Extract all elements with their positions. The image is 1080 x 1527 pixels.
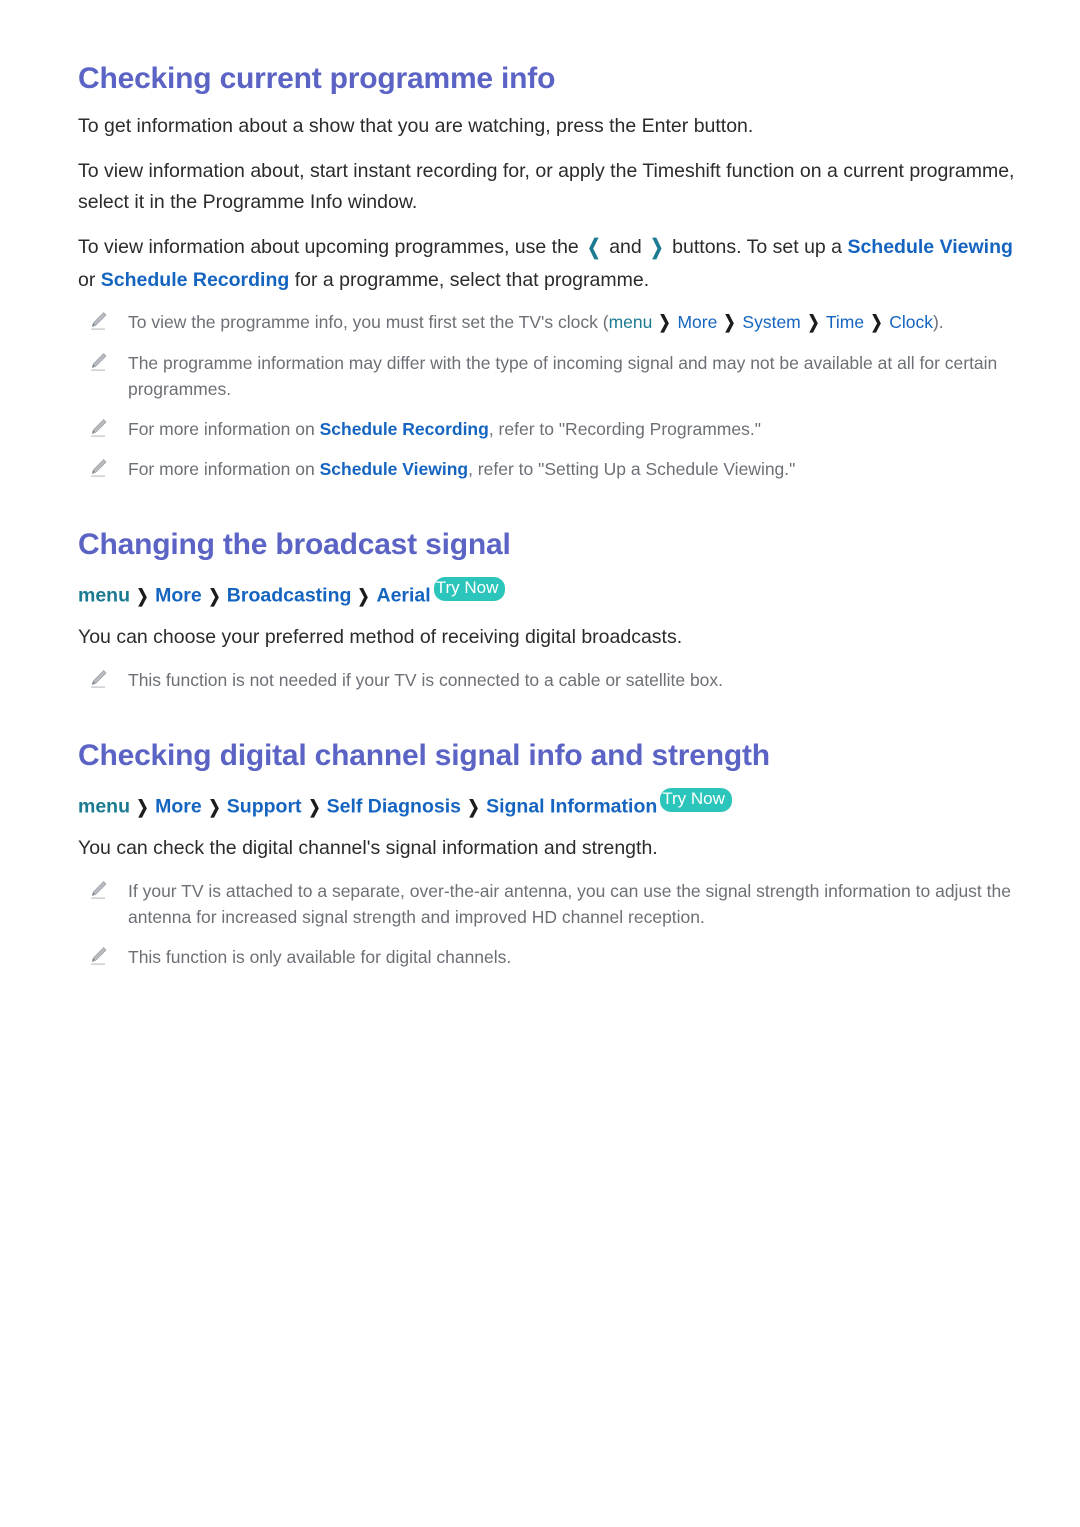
chevron-right-icon: ❯ — [658, 312, 671, 333]
notes-list: If your TV is attached to a separate, ov… — [78, 878, 1022, 971]
note-text: For more information on Schedule Viewing… — [128, 459, 795, 479]
breadcrumb-item-support[interactable]: Support — [227, 796, 302, 818]
pencil-icon — [88, 946, 110, 966]
text-fragment: To view information about upcoming progr… — [78, 236, 585, 259]
breadcrumb-item-menu[interactable]: menu — [78, 796, 130, 818]
paragraph: To get information about a show that you… — [78, 115, 754, 137]
document-page: Checking current programme info To get i… — [0, 0, 1080, 1527]
section-checking-digital-channel-signal-info-and-strength: Checking digital channel signal info and… — [78, 739, 1022, 970]
chevron-right-icon: ❯ — [467, 796, 480, 817]
chevron-right-icon: ❯ — [136, 585, 149, 606]
text-fragment: , refer to "Recording Programmes." — [488, 418, 761, 439]
section-checking-current-programme-info: Checking current programme info To get i… — [78, 62, 1022, 482]
left-arrow-icon[interactable]: ❮ — [587, 231, 602, 264]
chevron-right-icon: ❯ — [357, 585, 370, 606]
chevron-right-icon: ❯ — [208, 796, 221, 817]
link-schedule-viewing[interactable]: Schedule Viewing — [847, 236, 1012, 258]
breadcrumb-item-menu[interactable]: menu — [78, 585, 130, 607]
chevron-right-icon: ❯ — [723, 312, 736, 333]
list-item: For more information on Schedule Viewing… — [78, 456, 1022, 483]
document-content: Checking current programme info To get i… — [78, 62, 1022, 971]
note-text: This function is not needed if your TV i… — [128, 669, 724, 690]
chevron-right-icon: ❯ — [807, 312, 820, 333]
text-fragment: or — [78, 268, 101, 291]
right-arrow-icon[interactable]: ❯ — [650, 231, 665, 264]
page-title: Changing the broadcast signal — [78, 528, 511, 562]
breadcrumb-item-more[interactable]: More — [155, 585, 202, 607]
text-fragment: , refer to "Setting Up a Schedule Viewin… — [468, 458, 796, 479]
chevron-right-icon: ❯ — [308, 796, 321, 817]
menu-path-item[interactable]: System — [742, 312, 800, 332]
section-changing-the-broadcast-signal: Changing the broadcast signal menu ❯ More ❯… — [78, 528, 1022, 693]
note-text: For more information on Schedule Recordi… — [128, 419, 761, 439]
menu-path-item[interactable]: More — [677, 312, 717, 332]
list-item: This function is only available for digi… — [78, 944, 1022, 971]
text-fragment: For more information on — [128, 418, 320, 439]
chevron-right-icon: ❯ — [208, 585, 221, 606]
list-item: If your TV is attached to a separate, ov… — [78, 878, 1022, 931]
breadcrumb-item-signal-information[interactable]: Signal Information — [486, 796, 657, 818]
text-fragment: To view the programme info, you must fir… — [128, 312, 609, 333]
try-now-badge[interactable]: Try Now — [433, 577, 506, 601]
breadcrumb-item-self-diagnosis[interactable]: Self Diagnosis — [327, 796, 461, 818]
chevron-right-icon: ❯ — [136, 796, 149, 817]
paragraph: You can choose your preferred method of … — [78, 625, 683, 648]
pencil-icon — [88, 458, 110, 478]
note-text: If your TV is attached to a separate, ov… — [128, 880, 1011, 928]
breadcrumb-item-more[interactable]: More — [155, 796, 202, 818]
menu-path-root[interactable]: menu — [609, 312, 653, 332]
note-text: The programme information may differ wit… — [128, 352, 998, 400]
link-schedule-recording[interactable]: Schedule Recording — [320, 419, 489, 439]
text-fragment: ). — [932, 312, 944, 333]
page-title: Checking digital channel signal info and… — [78, 739, 770, 773]
pencil-icon — [88, 880, 110, 900]
paragraph: You can check the digital channel's sign… — [78, 837, 658, 860]
chevron-right-icon: ❯ — [870, 312, 883, 333]
link-schedule-viewing[interactable]: Schedule Viewing — [320, 459, 468, 479]
menu-path-item[interactable]: Clock — [889, 312, 933, 332]
note-text: This function is only available for digi… — [128, 947, 512, 968]
breadcrumb-item-broadcasting[interactable]: Broadcasting — [227, 585, 352, 607]
list-item: To view the programme info, you must fir… — [78, 309, 1022, 336]
pencil-icon — [88, 669, 110, 689]
note-text: To view the programme info, you must fir… — [128, 312, 944, 332]
list-item: This function is not needed if your TV i… — [78, 667, 1022, 694]
menu-path-item[interactable]: Time — [826, 312, 864, 332]
list-item: The programme information may differ wit… — [78, 350, 1022, 403]
pencil-icon — [88, 352, 110, 372]
list-item: For more information on Schedule Recordi… — [78, 416, 1022, 443]
breadcrumb: menu ❯ More ❯ Broadcasting ❯ Aerial Try Now — [78, 577, 1022, 611]
pencil-icon — [88, 311, 110, 331]
text-fragment: for a programme, select that programme. — [289, 268, 650, 291]
page-title: Checking current programme info — [78, 62, 556, 95]
notes-list: This function is not needed if your TV i… — [78, 667, 1022, 694]
paragraph-with-links: To view information about upcoming progr… — [78, 231, 1022, 295]
link-schedule-recording[interactable]: Schedule Recording — [101, 269, 290, 291]
breadcrumb-item-aerial[interactable]: Aerial — [377, 585, 431, 607]
notes-list: To view the programme info, you must fir… — [78, 309, 1022, 482]
text-fragment: For more information on — [128, 458, 320, 479]
breadcrumb: menu ❯ More ❯ Support ❯ Self Diagnosis ❯ Signal … — [78, 788, 1022, 822]
try-now-badge[interactable]: Try Now — [660, 788, 732, 812]
pencil-icon — [88, 418, 110, 438]
text-fragment: buttons. To set up a — [666, 236, 848, 259]
paragraph: To view information about, start instant… — [78, 159, 1015, 213]
text-fragment: and — [603, 236, 648, 259]
